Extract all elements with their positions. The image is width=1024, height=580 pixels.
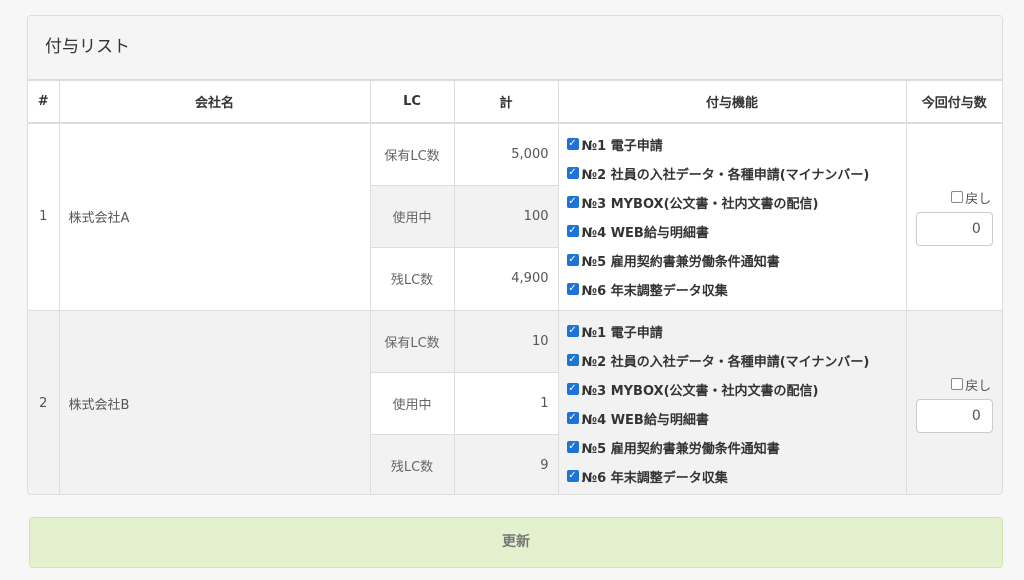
function-label: №4 WEB給与明細書 bbox=[581, 225, 709, 241]
function-label: №2 社員の入社データ・各種申請(マイナンバー) bbox=[581, 167, 870, 183]
lc-label-held: 保有LC数 bbox=[369, 309, 455, 373]
header-give-count: 今回付与数 bbox=[905, 80, 1002, 124]
checkbox-checked-icon[interactable]: ✓ bbox=[566, 383, 579, 395]
company-name: 株式会社B bbox=[58, 309, 371, 494]
row-number: 2 bbox=[28, 309, 60, 494]
function-item[interactable]: ✓ №4 WEB給与明細書 bbox=[566, 404, 898, 433]
lc-value-held: 10 bbox=[453, 309, 559, 373]
checkbox-checked-icon[interactable]: ✓ bbox=[566, 283, 579, 295]
function-item[interactable]: ✓ №3 MYBOX(公文書・社内文書の配信) bbox=[566, 375, 898, 404]
lc-value-remaining: 4,900 bbox=[453, 247, 558, 311]
function-label: №6 年末調整データ収集 bbox=[581, 283, 728, 299]
lc-label-in-use: 使用中 bbox=[370, 371, 455, 436]
checkbox-checked-icon[interactable]: ✓ bbox=[566, 441, 579, 453]
checkbox-checked-icon[interactable]: ✓ bbox=[566, 325, 579, 337]
checkbox-checked-icon[interactable]: ✓ bbox=[566, 354, 579, 366]
return-label: 戻し bbox=[965, 378, 992, 394]
panel-title: 付与リスト bbox=[28, 16, 1002, 80]
return-label: 戻し bbox=[965, 191, 992, 207]
checkbox-unchecked-icon[interactable] bbox=[951, 191, 964, 203]
give-count-cell: 戻し 0 bbox=[905, 122, 1002, 311]
grant-table: # 会社名 LC 計 付与機能 今回付与数 1 株式会社A 保有LC数 5,00… bbox=[28, 80, 1002, 494]
lc-label-held: 保有LC数 bbox=[369, 122, 455, 186]
function-label: №1 電子申請 bbox=[581, 138, 663, 154]
checkbox-checked-icon[interactable]: ✓ bbox=[566, 225, 579, 237]
return-checkbox[interactable]: 戻し bbox=[908, 375, 1002, 394]
function-item[interactable]: ✓ №1 電子申請 bbox=[566, 317, 898, 346]
function-item[interactable]: ✓ №2 社員の入社データ・各種申請(マイナンバー) bbox=[566, 346, 898, 375]
lc-value-in-use: 100 bbox=[453, 184, 558, 248]
table-header-row: # 会社名 LC 計 付与機能 今回付与数 bbox=[28, 80, 1002, 124]
function-item[interactable]: ✓ №2 社員の入社データ・各種申請(マイナンバー) bbox=[566, 159, 898, 188]
table-row: 1 株式会社A 保有LC数 5,000 ✓ №1 電子申請 ✓ №2 社員の入社デー… bbox=[28, 122, 1002, 311]
checkbox-checked-icon[interactable]: ✓ bbox=[566, 196, 579, 208]
function-label: №6 年末調整データ収集 bbox=[581, 470, 728, 486]
lc-value-held: 5,000 bbox=[453, 122, 559, 186]
header-num: # bbox=[28, 80, 60, 124]
function-label: №5 雇用契約書兼労働条件通知書 bbox=[581, 441, 780, 457]
give-count-cell: 戻し 0 bbox=[905, 309, 1002, 494]
give-count-input[interactable]: 0 bbox=[915, 211, 993, 246]
function-label: №2 社員の入社データ・各種申請(マイナンバー) bbox=[581, 354, 870, 370]
function-label: №3 MYBOX(公文書・社内文書の配信) bbox=[581, 196, 819, 212]
lc-label-in-use: 使用中 bbox=[370, 184, 455, 248]
checkbox-checked-icon[interactable]: ✓ bbox=[566, 138, 579, 150]
lc-value-remaining: 9 bbox=[453, 434, 558, 494]
function-item[interactable]: ✓ №4 WEB給与明細書 bbox=[566, 217, 898, 246]
function-list: ✓ №1 電子申請 ✓ №2 社員の入社データ・各種申請(マイナンバー) ✓ №3 M… bbox=[557, 309, 907, 494]
function-item[interactable]: ✓ №5 雇用契約書兼労働条件通知書 bbox=[566, 246, 898, 275]
function-item[interactable]: ✓ №6 年末調整データ収集 bbox=[566, 275, 898, 304]
grant-list-panel: 付与リスト # 会社名 LC 計 付与機能 今回付与数 1 株式会社A 保有LC… bbox=[27, 15, 1003, 495]
header-total: 計 bbox=[453, 80, 559, 124]
function-list: ✓ №1 電子申請 ✓ №2 社員の入社データ・各種申請(マイナンバー) ✓ №3 M… bbox=[557, 122, 907, 311]
checkbox-checked-icon[interactable]: ✓ bbox=[566, 470, 579, 482]
company-name: 株式会社A bbox=[58, 122, 371, 311]
checkbox-unchecked-icon[interactable] bbox=[951, 378, 964, 390]
function-label: №5 雇用契約書兼労働条件通知書 bbox=[581, 254, 780, 270]
row-number: 1 bbox=[28, 122, 60, 311]
function-label: №3 MYBOX(公文書・社内文書の配信) bbox=[581, 383, 819, 399]
lc-value-in-use: 1 bbox=[453, 371, 558, 436]
function-item[interactable]: ✓ №1 電子申請 bbox=[566, 130, 898, 159]
lc-label-remaining: 残LC数 bbox=[370, 247, 455, 311]
function-item[interactable]: ✓ №3 MYBOX(公文書・社内文書の配信) bbox=[566, 188, 898, 217]
function-item[interactable]: ✓ №5 雇用契約書兼労働条件通知書 bbox=[566, 433, 898, 462]
checkbox-checked-icon[interactable]: ✓ bbox=[566, 254, 579, 266]
header-lc: LC bbox=[369, 80, 455, 124]
give-count-input[interactable]: 0 bbox=[915, 398, 993, 433]
function-label: №4 WEB給与明細書 bbox=[581, 412, 709, 428]
return-checkbox[interactable]: 戻し bbox=[908, 188, 1002, 207]
checkbox-checked-icon[interactable]: ✓ bbox=[566, 167, 579, 179]
header-company: 会社名 bbox=[58, 80, 371, 124]
function-label: №1 電子申請 bbox=[581, 325, 663, 341]
update-button[interactable]: 更新 bbox=[29, 517, 1003, 568]
lc-label-remaining: 残LC数 bbox=[370, 434, 455, 494]
function-item[interactable]: ✓ №6 年末調整データ収集 bbox=[566, 462, 898, 491]
header-functions: 付与機能 bbox=[557, 80, 907, 124]
checkbox-checked-icon[interactable]: ✓ bbox=[566, 412, 579, 424]
table-row: 2 株式会社B 保有LC数 10 ✓ №1 電子申請 ✓ №2 社員の入社データ・各… bbox=[28, 309, 1002, 494]
